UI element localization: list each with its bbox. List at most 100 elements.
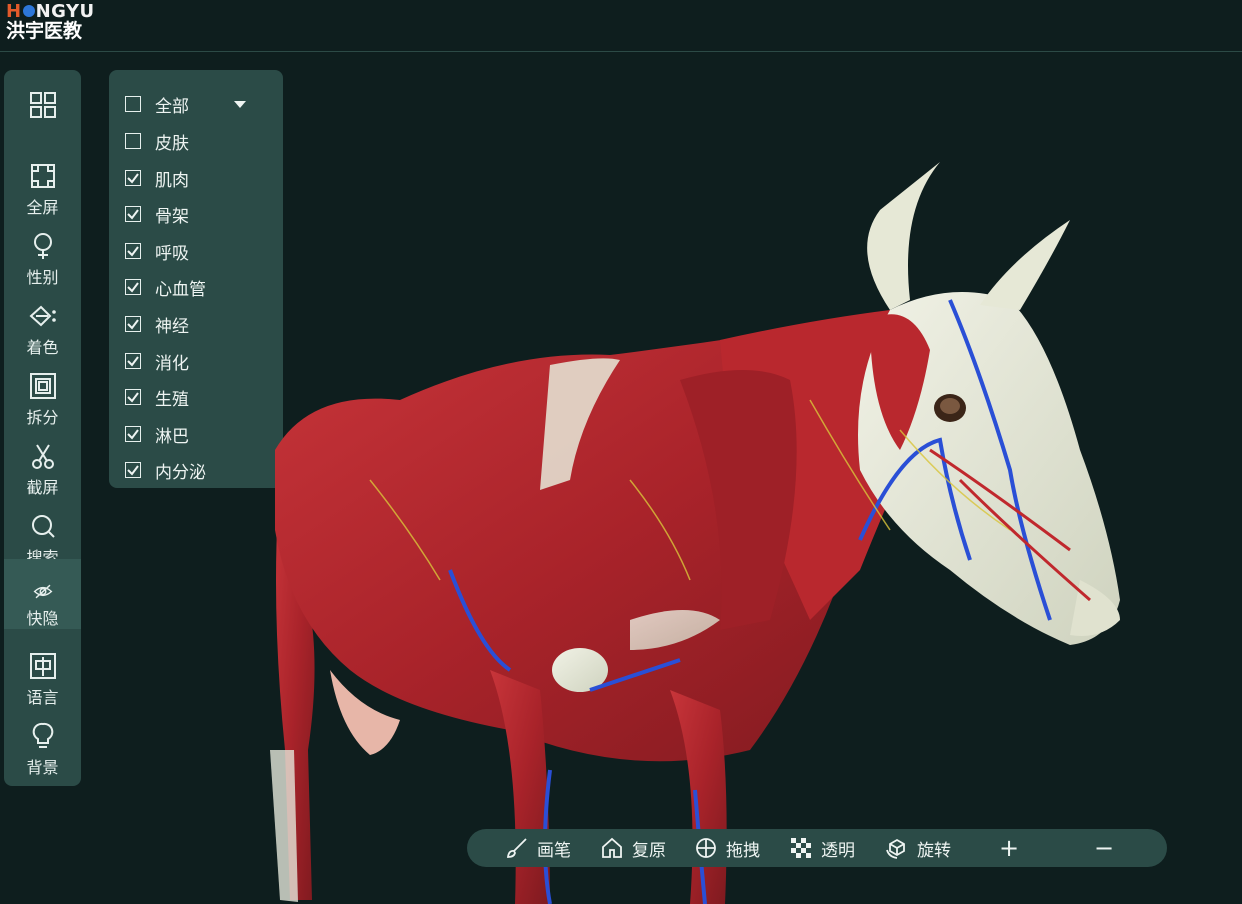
layer-item-muscle[interactable]: 肌肉	[125, 166, 189, 191]
layer-item-lymph[interactable]: 淋巴	[125, 422, 189, 447]
check-icon	[127, 429, 139, 440]
layer-label: 生殖	[155, 389, 189, 410]
layer-label: 淋巴	[155, 426, 189, 447]
drag-tool[interactable]: 拖拽	[694, 829, 760, 867]
rotate-label: 旋转	[917, 840, 951, 861]
checkbox-checked[interactable]	[125, 389, 141, 405]
checkbox-checked[interactable]	[125, 279, 141, 295]
brand-name-cn: 洪宇医教	[6, 20, 83, 42]
checkbox-checked[interactable]	[125, 462, 141, 478]
check-icon	[127, 209, 139, 220]
sidebar-item-split[interactable]: 拆分	[4, 365, 81, 435]
sidebar-label: 着色	[26, 338, 59, 357]
layer-label: 神经	[155, 316, 189, 337]
sidebar-item-screenshot[interactable]: 截屏	[4, 435, 81, 505]
sidebar-item-background[interactable]: 背景	[4, 715, 81, 785]
sidebar-item-fullscreen[interactable]: 全屏	[4, 155, 81, 225]
layer-item-skin[interactable]: 皮肤	[125, 129, 189, 154]
sidebar-item-language[interactable]: 语言	[4, 645, 81, 715]
layer-item-reproductive[interactable]: 生殖	[125, 385, 189, 410]
brush-icon	[506, 838, 527, 858]
checkerboard-icon	[791, 838, 811, 858]
brand-letter-o-dot	[22, 5, 35, 17]
paint-icon	[29, 305, 56, 327]
sidebar-label: 快隐	[26, 609, 59, 628]
brush-label: 画笔	[537, 840, 571, 861]
drag-label: 拖拽	[726, 840, 760, 861]
layer-item-digestive[interactable]: 消化	[125, 349, 189, 374]
reset-tool[interactable]: 复原	[600, 829, 666, 867]
sidebar-item-quick-hide[interactable]: 快隐	[4, 559, 81, 629]
sidebar-item-gender[interactable]: 性别	[4, 225, 81, 295]
sidebar-label: 性别	[26, 268, 59, 287]
top-bar: H NGYU 洪宇医教	[0, 0, 1242, 52]
checkbox-checked[interactable]	[125, 243, 141, 259]
grid-icon	[29, 92, 56, 118]
zoom-in-label: +	[999, 834, 1020, 862]
check-icon	[127, 319, 139, 330]
bulb-icon	[32, 722, 53, 748]
zoom-out-label: −	[1094, 834, 1115, 862]
layer-label: 内分泌	[155, 462, 206, 483]
layer-label: 呼吸	[155, 243, 189, 264]
checkbox-checked[interactable]	[125, 170, 141, 186]
sidebar-item-color[interactable]: 着色	[4, 295, 81, 365]
brush-tool[interactable]: 画笔	[505, 829, 571, 867]
sidebar-item-menu[interactable]	[4, 70, 81, 140]
checkbox-checked[interactable]	[125, 353, 141, 369]
layer-item-nervous[interactable]: 神经	[125, 312, 189, 337]
check-icon	[127, 465, 139, 476]
layer-label: 全部	[155, 96, 189, 117]
check-icon	[127, 246, 139, 257]
home-icon	[602, 837, 622, 858]
brand-logo: H NGYU 洪宇医教	[6, 3, 95, 41]
sidebar-label: 全屏	[26, 198, 59, 217]
checkbox[interactable]	[125, 96, 141, 112]
transparent-tool[interactable]: 透明	[789, 829, 855, 867]
zoom-out-button[interactable]: −	[1094, 829, 1114, 867]
language-icon	[29, 653, 56, 679]
sidebar-label: 背景	[26, 758, 59, 777]
layer-label: 骨架	[155, 206, 189, 227]
sidebar-label: 截屏	[26, 478, 59, 497]
search-icon	[31, 515, 55, 538]
layer-item-endocrine[interactable]: 内分泌	[125, 458, 206, 483]
rotate-tool[interactable]: 旋转	[885, 829, 951, 867]
chevron-down-icon[interactable]	[234, 101, 246, 108]
drag-icon	[696, 838, 716, 858]
split-icon	[29, 373, 56, 399]
brand-name-rest: NGYU	[35, 1, 95, 22]
reset-label: 复原	[632, 840, 666, 861]
transparent-label: 透明	[821, 840, 855, 861]
layer-item-respiratory[interactable]: 呼吸	[125, 239, 189, 264]
sidebar-label: 语言	[26, 688, 59, 707]
layer-label: 皮肤	[155, 133, 189, 154]
gender-icon	[33, 233, 52, 259]
checkbox[interactable]	[125, 133, 141, 149]
model-viewport[interactable]	[250, 150, 1150, 904]
layer-label: 消化	[155, 353, 189, 374]
layer-item-all[interactable]: 全部	[125, 92, 189, 117]
layer-label: 心血管	[155, 279, 206, 300]
checkbox-checked[interactable]	[125, 426, 141, 442]
brand-name-en: H NGYU	[6, 3, 95, 21]
left-sidebar: 全屏 性别 着色 拆分 截屏 搜索 快隐 语言 背景	[4, 70, 81, 786]
fullscreen-icon	[30, 164, 55, 188]
bottom-toolbar: 画笔 复原 拖拽 透明 旋转 + −	[467, 829, 1167, 867]
hide-eye-icon	[33, 584, 52, 599]
checkbox-checked[interactable]	[125, 206, 141, 222]
rotate-cube-icon	[886, 838, 905, 859]
check-icon	[127, 392, 139, 403]
layer-item-cardiovascular[interactable]: 心血管	[125, 275, 206, 300]
check-icon	[127, 173, 139, 184]
zoom-in-button[interactable]: +	[999, 829, 1019, 867]
scissors-icon	[31, 444, 54, 469]
cow-body-muscle	[270, 310, 940, 904]
brand-letter-h: H	[6, 1, 22, 22]
checkbox-checked[interactable]	[125, 316, 141, 332]
check-icon	[127, 282, 139, 293]
layer-item-skeleton[interactable]: 骨架	[125, 202, 189, 227]
sidebar-label: 拆分	[26, 408, 59, 427]
check-icon	[127, 356, 139, 367]
layer-label: 肌肉	[155, 170, 189, 191]
